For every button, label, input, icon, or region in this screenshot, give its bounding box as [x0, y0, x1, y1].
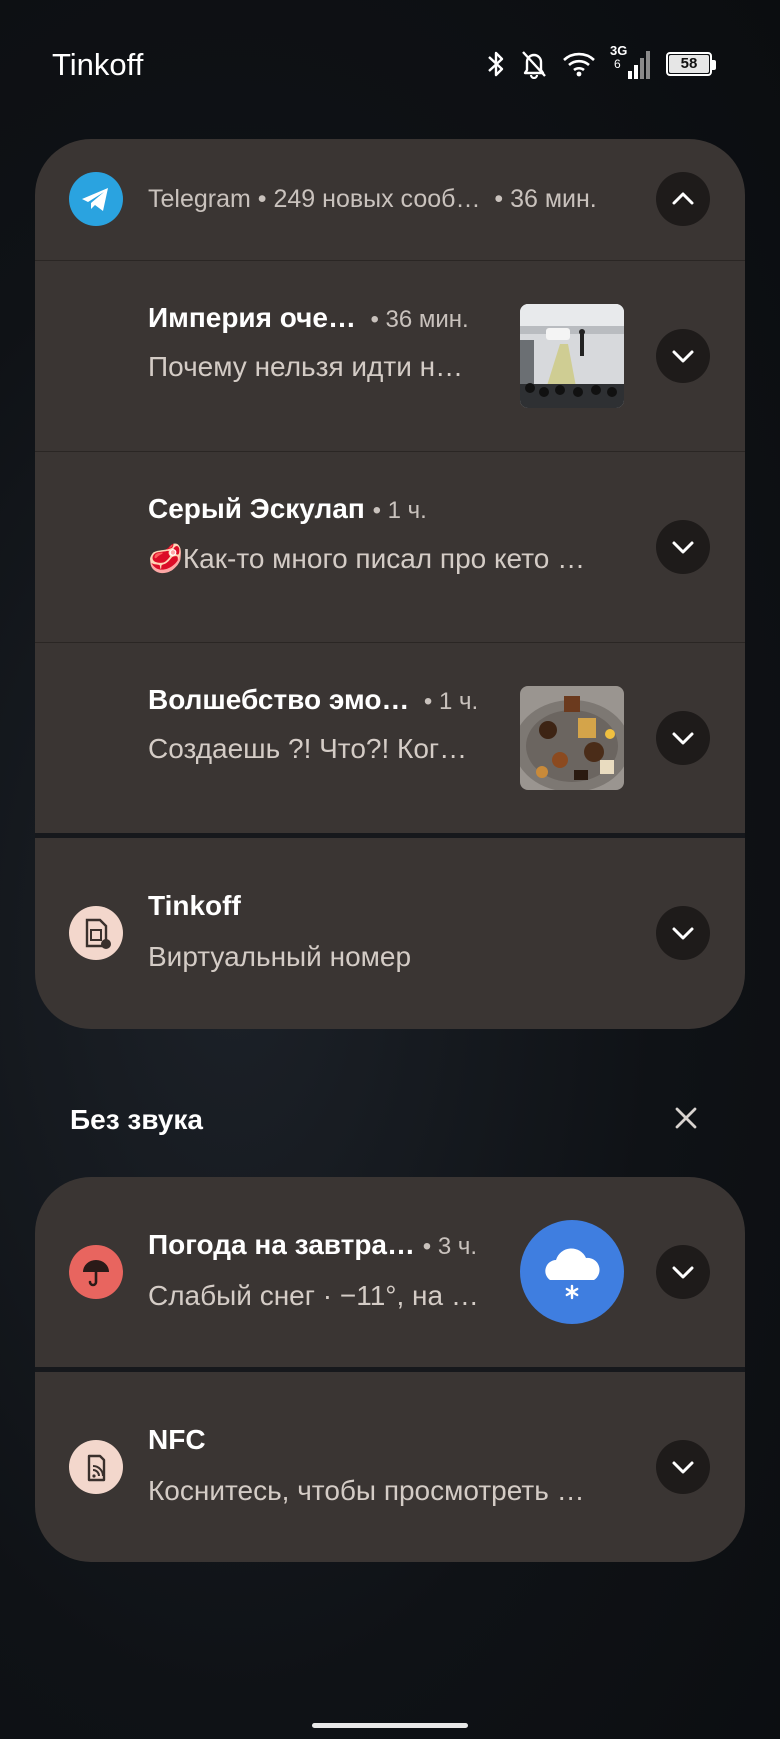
message-time: 36 мин. [385, 306, 469, 333]
telegram-time: 36 мин. [510, 185, 597, 213]
umbrella-icon [69, 1245, 123, 1299]
signal-icon: 3G 6 [610, 43, 652, 81]
chevron-down-icon [672, 350, 694, 363]
battery-icon: 58 [666, 52, 716, 76]
chevron-down-icon [672, 1461, 694, 1474]
notification-group-silent: Погода на завтра… • 3 ч. Слабый снег · −… [35, 1177, 745, 1562]
message-title: Волшебство эмо… • 1 ч. [148, 684, 479, 715]
carrier-name: Tinkoff [52, 47, 144, 82]
message-time: 1 ч. [387, 497, 427, 524]
chevron-up-icon [672, 192, 694, 205]
telegram-header-text: Telegram • 249 новых сооб… • 36 мин. [148, 185, 597, 213]
silent-section-label: Без звука [70, 1104, 203, 1135]
notification-title: Погода на завтра… • 3 ч. [148, 1229, 478, 1260]
notification-time: 3 ч. [437, 1233, 478, 1260]
telegram-icon [69, 172, 123, 226]
message-title: Империя оче… • 36 мин. [148, 302, 469, 333]
message-thumbnail[interactable] [520, 304, 624, 408]
expand-button[interactable] [656, 711, 710, 765]
tinkoff-notification[interactable]: Tinkoff Виртуальный номер [35, 838, 745, 1029]
nfc-tag-icon [69, 1440, 123, 1494]
message-body: 🥩Как-то много писал про кето … [148, 543, 586, 574]
telegram-message-2[interactable]: Серый Эскулап • 1 ч. 🥩Как-то много писал… [35, 452, 745, 642]
message-body: Создаешь ?! Что?! Ког… [148, 733, 468, 764]
expand-button[interactable] [656, 520, 710, 574]
bell-off-icon [520, 49, 548, 79]
notification-body: Виртуальный номер [148, 941, 412, 972]
notification-title: Tinkoff [148, 890, 241, 921]
expand-button[interactable] [656, 906, 710, 960]
telegram-app-name: Telegram [148, 185, 251, 213]
telegram-header[interactable]: Telegram • 249 новых сооб… • 36 мин. [35, 139, 745, 260]
bluetooth-icon [486, 49, 506, 79]
close-icon [675, 1107, 697, 1129]
telegram-summary: 249 новых сооб… [273, 185, 481, 213]
message-body: Почему нельзя идти н… [148, 351, 464, 382]
notification-body: Коснитесь, чтобы просмотреть … [148, 1475, 585, 1506]
dismiss-silent-button[interactable] [668, 1100, 704, 1136]
status-bar: Tinkoff 3G 6 58 [0, 0, 780, 130]
expand-button[interactable] [656, 1440, 710, 1494]
battery-level: 58 [669, 55, 709, 73]
message-time: 1 ч. [438, 688, 479, 715]
notification-group-alerting: Telegram • 249 новых сооб… • 36 мин. Имп… [35, 139, 745, 1029]
notification-body: Слабый снег · −11°, на … [148, 1280, 479, 1311]
snow-cloud-icon [520, 1220, 624, 1324]
message-title: Серый Эскулап • 1 ч. [148, 493, 427, 524]
collapse-button[interactable] [656, 172, 710, 226]
wifi-icon [562, 50, 596, 78]
telegram-message-3[interactable]: Волшебство эмо… • 1 ч. Создаешь ?! Что?!… [35, 643, 745, 833]
weather-notification[interactable]: Погода на завтра… • 3 ч. Слабый снег · −… [35, 1177, 745, 1367]
chevron-down-icon [672, 927, 694, 940]
home-indicator[interactable] [312, 1723, 468, 1728]
nfc-notification[interactable]: NFC Коснитесь, чтобы просмотреть … [35, 1372, 745, 1562]
notification-title: NFC [148, 1424, 206, 1455]
sim-card-icon [69, 906, 123, 960]
chevron-down-icon [672, 1266, 694, 1279]
message-thumbnail[interactable] [520, 686, 624, 790]
expand-button[interactable] [656, 1245, 710, 1299]
status-icons: 3G 6 58 [486, 43, 716, 84]
telegram-message-1[interactable]: Империя оче… • 36 мин. Почему нельзя идт… [35, 261, 745, 451]
chevron-down-icon [672, 732, 694, 745]
expand-button[interactable] [656, 329, 710, 383]
chevron-down-icon [672, 541, 694, 554]
